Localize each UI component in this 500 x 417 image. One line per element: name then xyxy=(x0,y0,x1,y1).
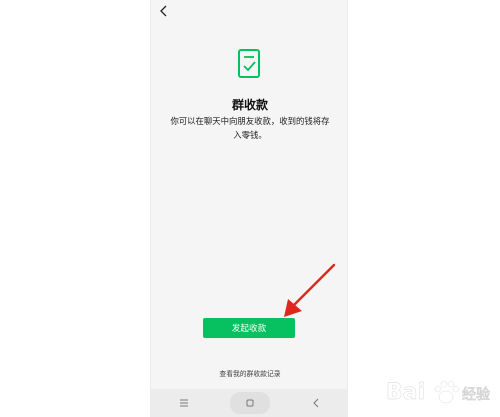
nav-menu-button[interactable] xyxy=(164,393,204,413)
start-collection-button[interactable]: 发起收款 xyxy=(203,318,295,338)
menu-icon xyxy=(180,399,188,407)
phone-screen: 群收款 你可以在聊天中向朋友收款，收到的钱将存入零钱。 发起收款 查看我的群收款… xyxy=(150,0,348,417)
baidu-watermark: Bai 经验 jingyan.baidu.com xyxy=(386,380,491,413)
nav-home-button[interactable] xyxy=(230,392,270,414)
view-records-link[interactable]: 查看我的群收款记录 xyxy=(151,368,347,378)
back-chevron-icon xyxy=(313,398,319,408)
watermark-suffix: 经验 xyxy=(462,386,491,403)
system-navbar xyxy=(151,389,347,417)
watermark-sub: jingyan.baidu.com xyxy=(433,406,490,413)
page-title: 群收款 xyxy=(231,98,268,112)
back-button[interactable] xyxy=(155,2,173,20)
screenshot-stage: 群收款 你可以在聊天中向朋友收款，收到的钱将存入零钱。 发起收款 查看我的群收款… xyxy=(0,0,500,417)
page-description: 你可以在聊天中向朋友收款，收到的钱将存入零钱。 xyxy=(170,116,330,140)
watermark-text: Bai xyxy=(386,380,425,405)
paw-logo-icon xyxy=(434,380,460,404)
receipt-check-icon xyxy=(238,49,260,78)
chevron-left-icon xyxy=(160,5,167,17)
nav-back-button[interactable] xyxy=(296,393,336,413)
home-square-icon xyxy=(246,399,254,407)
